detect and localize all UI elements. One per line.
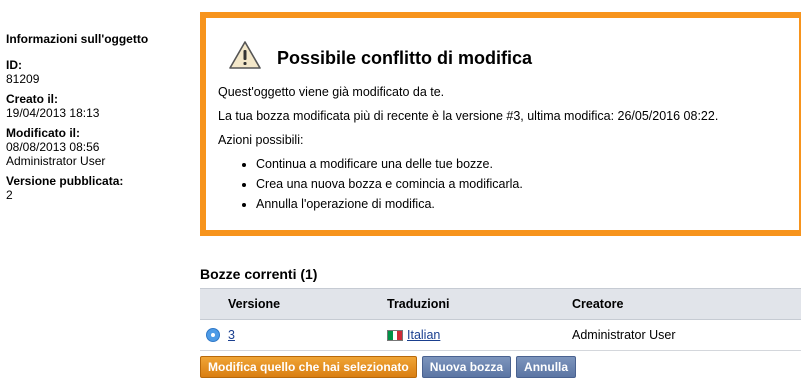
published-label: Versione pubblicata: bbox=[6, 174, 124, 188]
created-value: 19/04/2013 18:13 bbox=[6, 106, 100, 120]
drafts-table: Versione Traduzioni Creatore 3 Italian A… bbox=[200, 288, 801, 351]
warning-line-3: Azioni possibili: bbox=[218, 133, 304, 147]
created-field: Creato il: 19/04/2013 18:13 bbox=[6, 92, 191, 120]
published-field: Versione pubblicata: 2 bbox=[6, 174, 191, 202]
translation-link[interactable]: Italian bbox=[407, 328, 440, 342]
translations-column-header: Traduzioni bbox=[387, 288, 572, 320]
warning-line-1: Quest'oggetto viene già modificato da te… bbox=[218, 85, 445, 99]
id-label: ID: bbox=[6, 58, 22, 72]
drafts-table-header: Versione Traduzioni Creatore bbox=[200, 288, 801, 320]
new-draft-button[interactable]: Nuova bozza bbox=[421, 356, 512, 378]
published-value: 2 bbox=[6, 188, 13, 202]
edit-conflict-warning: Possibile conflitto di modifica Quest'og… bbox=[200, 12, 801, 236]
version-column-header: Versione bbox=[228, 288, 387, 320]
edit-selected-button[interactable]: Modifica quello che hai selezionato bbox=[200, 356, 417, 378]
current-drafts-title: Bozze correnti (1) bbox=[200, 266, 318, 282]
object-info-heading: Informazioni sull'oggetto bbox=[6, 32, 149, 46]
warning-line-2: La tua bozza modificata più di recente è… bbox=[218, 109, 719, 123]
select-column-header bbox=[200, 288, 228, 320]
id-field: ID: 81209 bbox=[6, 58, 191, 86]
translation-cell: Italian bbox=[387, 319, 572, 351]
creator-column-header: Creatore bbox=[572, 288, 801, 320]
modified-field: Modificato il: 08/08/2013 08:56 Administ… bbox=[6, 126, 191, 168]
warning-triangle-icon bbox=[229, 41, 261, 69]
warning-body: Quest'oggetto viene già modificato da te… bbox=[218, 84, 789, 216]
modified-value: 08/08/2013 08:56 bbox=[6, 140, 100, 154]
action-option: Continua a modificare una delle tue bozz… bbox=[256, 156, 789, 172]
version-link[interactable]: 3 bbox=[228, 328, 235, 342]
action-option: Annulla l'operazione di modifica. bbox=[256, 196, 789, 212]
possible-actions-list: Continua a modificare una delle tue bozz… bbox=[218, 156, 789, 212]
cancel-button[interactable]: Annulla bbox=[516, 356, 577, 378]
object-info-panel: Informazioni sull'oggetto ID: 81209 Crea… bbox=[6, 32, 191, 208]
id-value: 81209 bbox=[6, 72, 40, 86]
modified-by: Administrator User bbox=[6, 154, 106, 168]
action-option: Crea una nuova bozza e comincia a modifi… bbox=[256, 176, 789, 192]
warning-title: Possibile conflitto di modifica bbox=[277, 48, 533, 68]
italy-flag-icon bbox=[387, 330, 403, 342]
modified-label: Modificato il: bbox=[6, 126, 80, 140]
created-label: Creato il: bbox=[6, 92, 59, 106]
draft-radio-button[interactable] bbox=[206, 328, 220, 343]
select-cell bbox=[200, 319, 228, 351]
version-cell: 3 bbox=[228, 319, 387, 351]
table-row: 3 Italian Administrator User bbox=[200, 319, 801, 351]
action-buttons: Modifica quello che hai selezionato Nuov… bbox=[200, 356, 577, 378]
creator-cell: Administrator User bbox=[572, 319, 801, 351]
